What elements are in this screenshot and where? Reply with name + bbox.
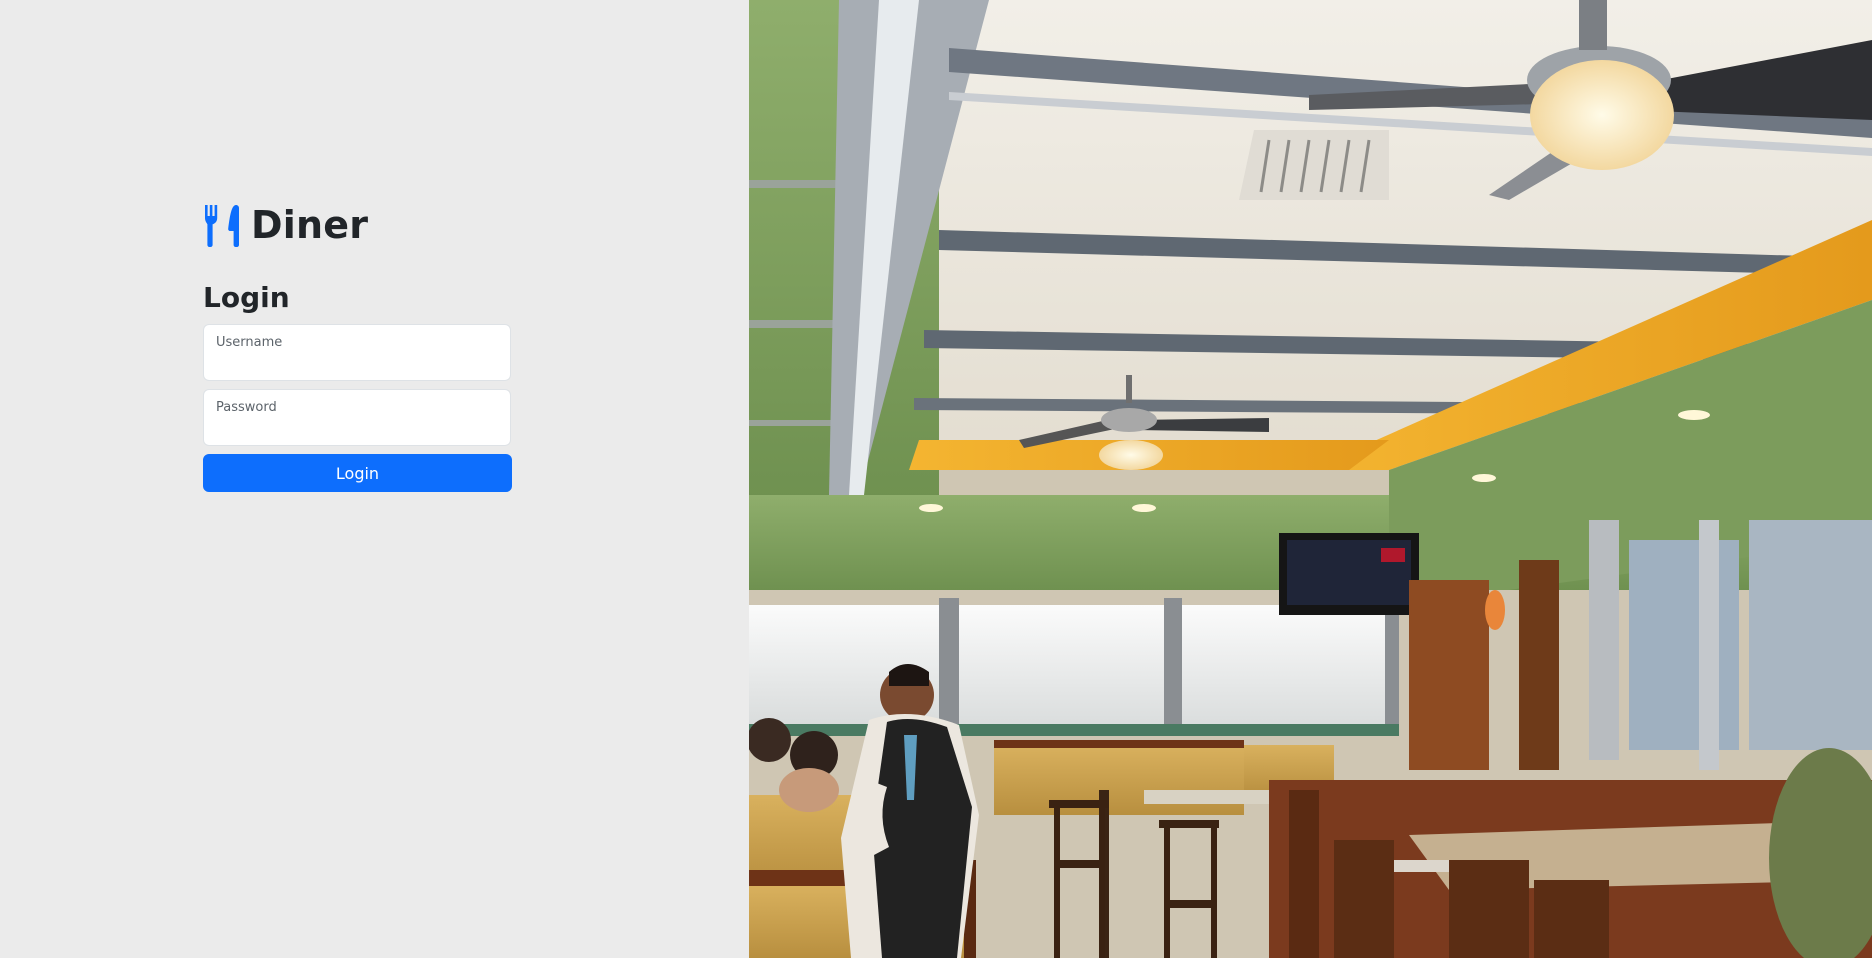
login-form: Diner Login Username Password Login xyxy=(203,200,513,492)
login-page: Diner Login Username Password Login xyxy=(0,0,1872,958)
password-label: Password xyxy=(216,400,277,415)
login-pane: Diner Login Username Password Login xyxy=(0,0,749,958)
username-label: Username xyxy=(216,335,283,350)
brand-name: Diner xyxy=(251,203,369,247)
login-heading: Login xyxy=(203,281,290,314)
login-button[interactable]: Login xyxy=(203,454,512,492)
brand: Diner xyxy=(203,200,513,250)
username-input[interactable] xyxy=(216,354,498,374)
password-field[interactable]: Password xyxy=(203,389,511,446)
password-input[interactable] xyxy=(216,419,498,439)
utensils-icon xyxy=(205,205,239,247)
diner-interior-photo xyxy=(749,0,1872,958)
username-field[interactable]: Username xyxy=(203,324,511,381)
diner-interior-illustration xyxy=(749,0,1872,958)
